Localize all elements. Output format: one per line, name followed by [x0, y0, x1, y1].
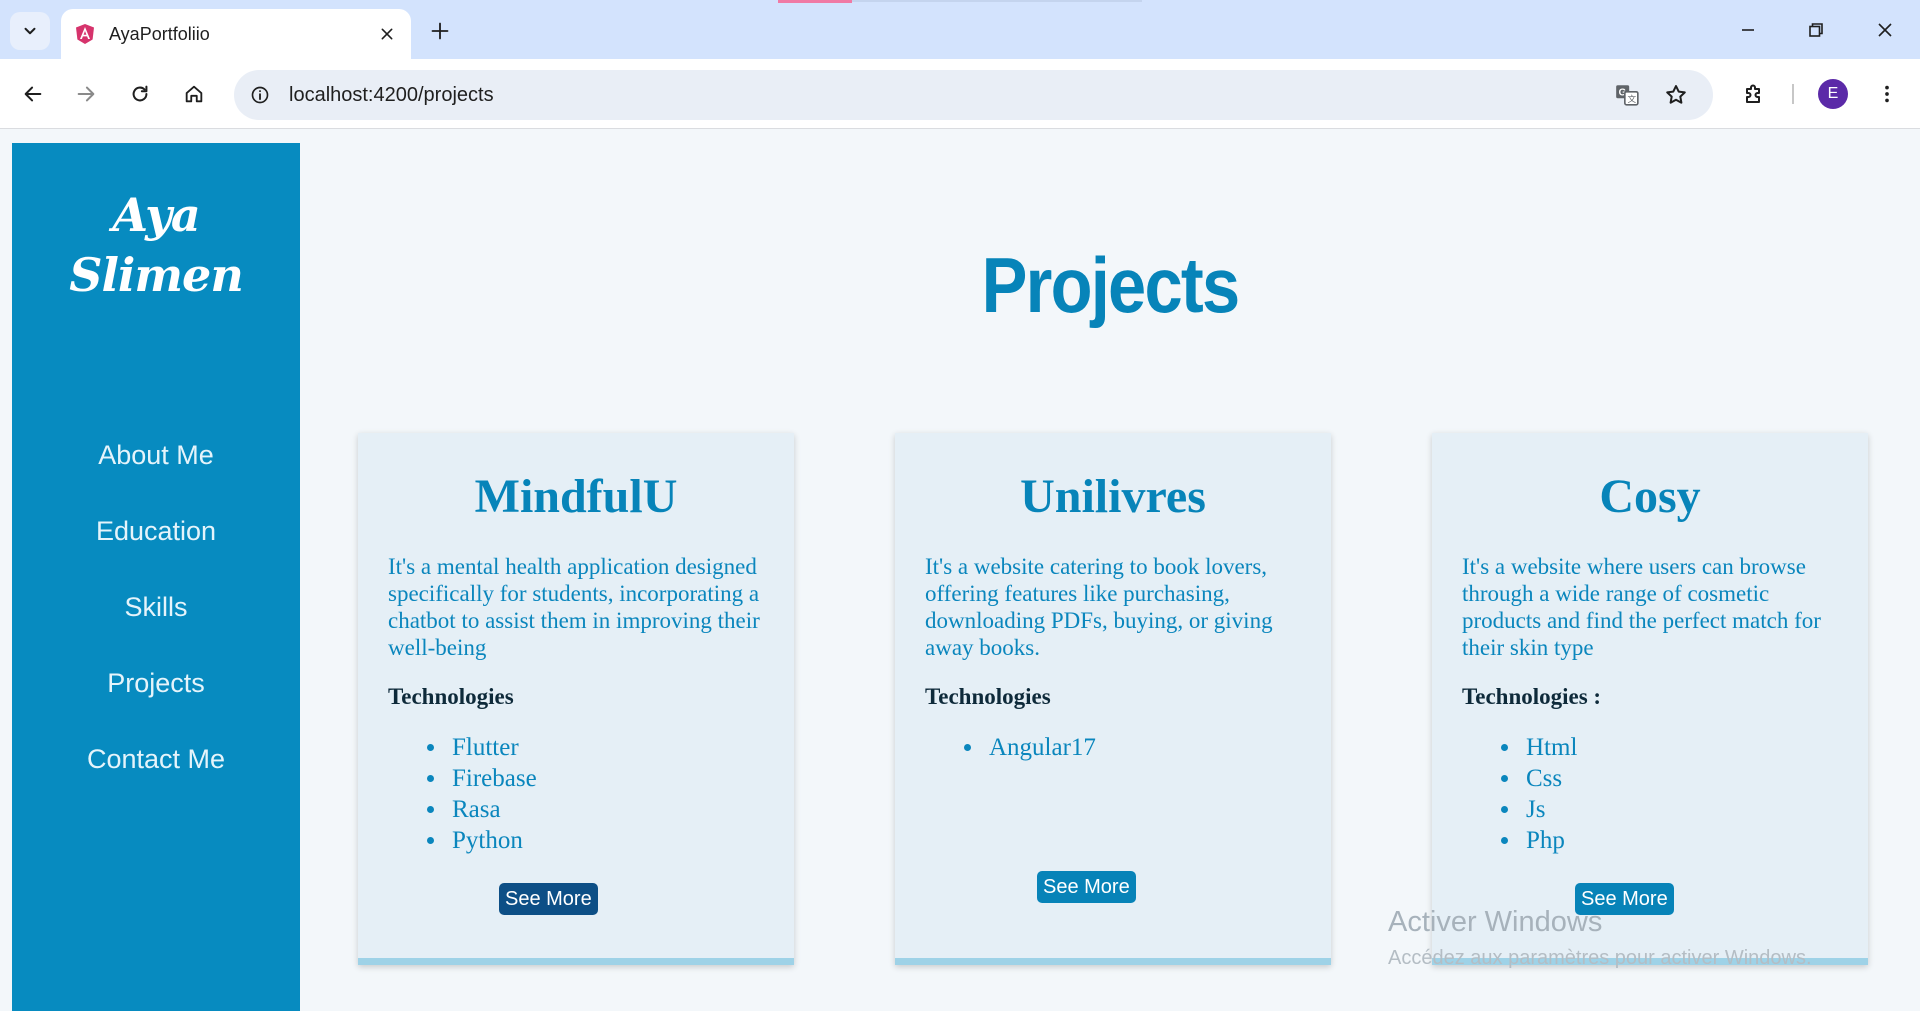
project-title: MindfulU [474, 470, 678, 523]
project-description: It's a website catering to book lovers, … [925, 554, 1273, 660]
browser-tab[interactable]: AyaPortfoliio [61, 9, 411, 59]
translate-button[interactable]: G文 [1613, 81, 1641, 109]
page-title: Projects [981, 241, 1241, 329]
bookmark-button[interactable] [1662, 81, 1690, 109]
info-icon [251, 86, 269, 104]
tab-bar: AyaPortfoliio [0, 0, 1920, 59]
minimize-icon [1742, 29, 1754, 31]
home-icon [185, 85, 203, 103]
activation-watermark-title: Activer Windows [1388, 906, 1603, 938]
list-item: Firebase [448, 763, 537, 794]
list-item: Flutter [448, 732, 537, 763]
minimize-button[interactable] [1728, 12, 1768, 48]
address-bar[interactable]: localhost:4200/projects G文 [234, 70, 1713, 120]
toolbar-separator [1792, 84, 1794, 104]
tab-loading-indicator [778, 0, 852, 3]
tab-close-button[interactable] [375, 22, 399, 46]
nav-contact-me[interactable]: Contact Me [12, 744, 300, 775]
logo-last-name: Slimen [69, 248, 244, 302]
list-item: Js [1522, 794, 1577, 825]
project-card-mindfulu: MindfulU It's a mental health applicatio… [358, 433, 794, 965]
technologies-list: Angular17 [985, 732, 1096, 763]
home-button[interactable] [175, 75, 213, 113]
star-icon [1666, 85, 1686, 104]
project-card-cosy: Cosy It's a website where users can brow… [1432, 433, 1868, 965]
tab-search-button[interactable] [10, 12, 50, 50]
profile-button[interactable]: E [1814, 75, 1852, 113]
logo[interactable]: Aya Slimen [12, 185, 300, 305]
see-more-button[interactable]: See More [499, 883, 598, 915]
technologies-list: Flutter Firebase Rasa Python [448, 732, 537, 856]
list-item: Php [1522, 825, 1577, 856]
technologies-heading: Technologies : [1462, 684, 1602, 709]
browser-toolbar: localhost:4200/projects G文 E [0, 59, 1920, 129]
reload-icon [132, 85, 148, 102]
close-icon [381, 28, 393, 40]
project-title: Cosy [1599, 470, 1701, 523]
technologies-heading: Technologies [388, 684, 514, 709]
translate-icon: G文 [1616, 85, 1639, 106]
logo-first-name: Aya [112, 188, 200, 242]
list-item: Html [1522, 732, 1577, 763]
tab-title: AyaPortfoliio [109, 23, 210, 44]
more-vert-icon [1885, 85, 1889, 103]
close-icon [1878, 23, 1892, 37]
back-button[interactable] [14, 75, 52, 113]
window-close-button[interactable] [1865, 12, 1905, 48]
svg-text:文: 文 [1628, 93, 1637, 105]
reload-button[interactable] [121, 75, 159, 113]
chevron-down-icon [24, 27, 36, 35]
nav-skills[interactable]: Skills [12, 592, 300, 623]
menu-button[interactable] [1868, 75, 1906, 113]
angular-icon [76, 24, 94, 44]
list-item: Rasa [448, 794, 537, 825]
sidebar: Aya Slimen About Me Education Skills Pro… [12, 143, 300, 1011]
technologies-list: Html Css Js Php [1522, 732, 1577, 856]
extensions-button[interactable] [1735, 75, 1773, 113]
arrow-left-icon [24, 86, 42, 102]
project-description: It's a mental health application designe… [388, 554, 760, 660]
url-text[interactable]: localhost:4200/projects [289, 84, 494, 107]
tab-strip-divider [852, 0, 1142, 2]
project-description: It's a website where users can browse th… [1462, 554, 1821, 660]
arrow-right-icon [77, 86, 95, 102]
list-item: Css [1522, 763, 1577, 794]
list-item: Python [448, 825, 537, 856]
project-card-unilivres: Unilivres It's a website catering to boo… [895, 433, 1331, 965]
site-info-button[interactable] [248, 83, 272, 107]
technologies-heading: Technologies [925, 684, 1051, 709]
activation-watermark-text: Accédez aux paramètres pour activer Wind… [1388, 947, 1812, 969]
nav-projects[interactable]: Projects [12, 668, 300, 699]
nav-about-me[interactable]: About Me [12, 440, 300, 471]
forward-button[interactable] [67, 75, 105, 113]
restore-icon [1809, 23, 1823, 37]
project-title: Unilivres [1020, 470, 1206, 523]
avatar: E [1818, 79, 1848, 109]
plus-icon [431, 22, 449, 40]
see-more-button[interactable]: See More [1037, 871, 1136, 903]
restore-button[interactable] [1796, 12, 1836, 48]
puzzle-icon [1746, 84, 1760, 103]
nav-education[interactable]: Education [12, 516, 300, 547]
new-tab-button[interactable] [425, 16, 455, 46]
list-item: Angular17 [985, 732, 1096, 763]
